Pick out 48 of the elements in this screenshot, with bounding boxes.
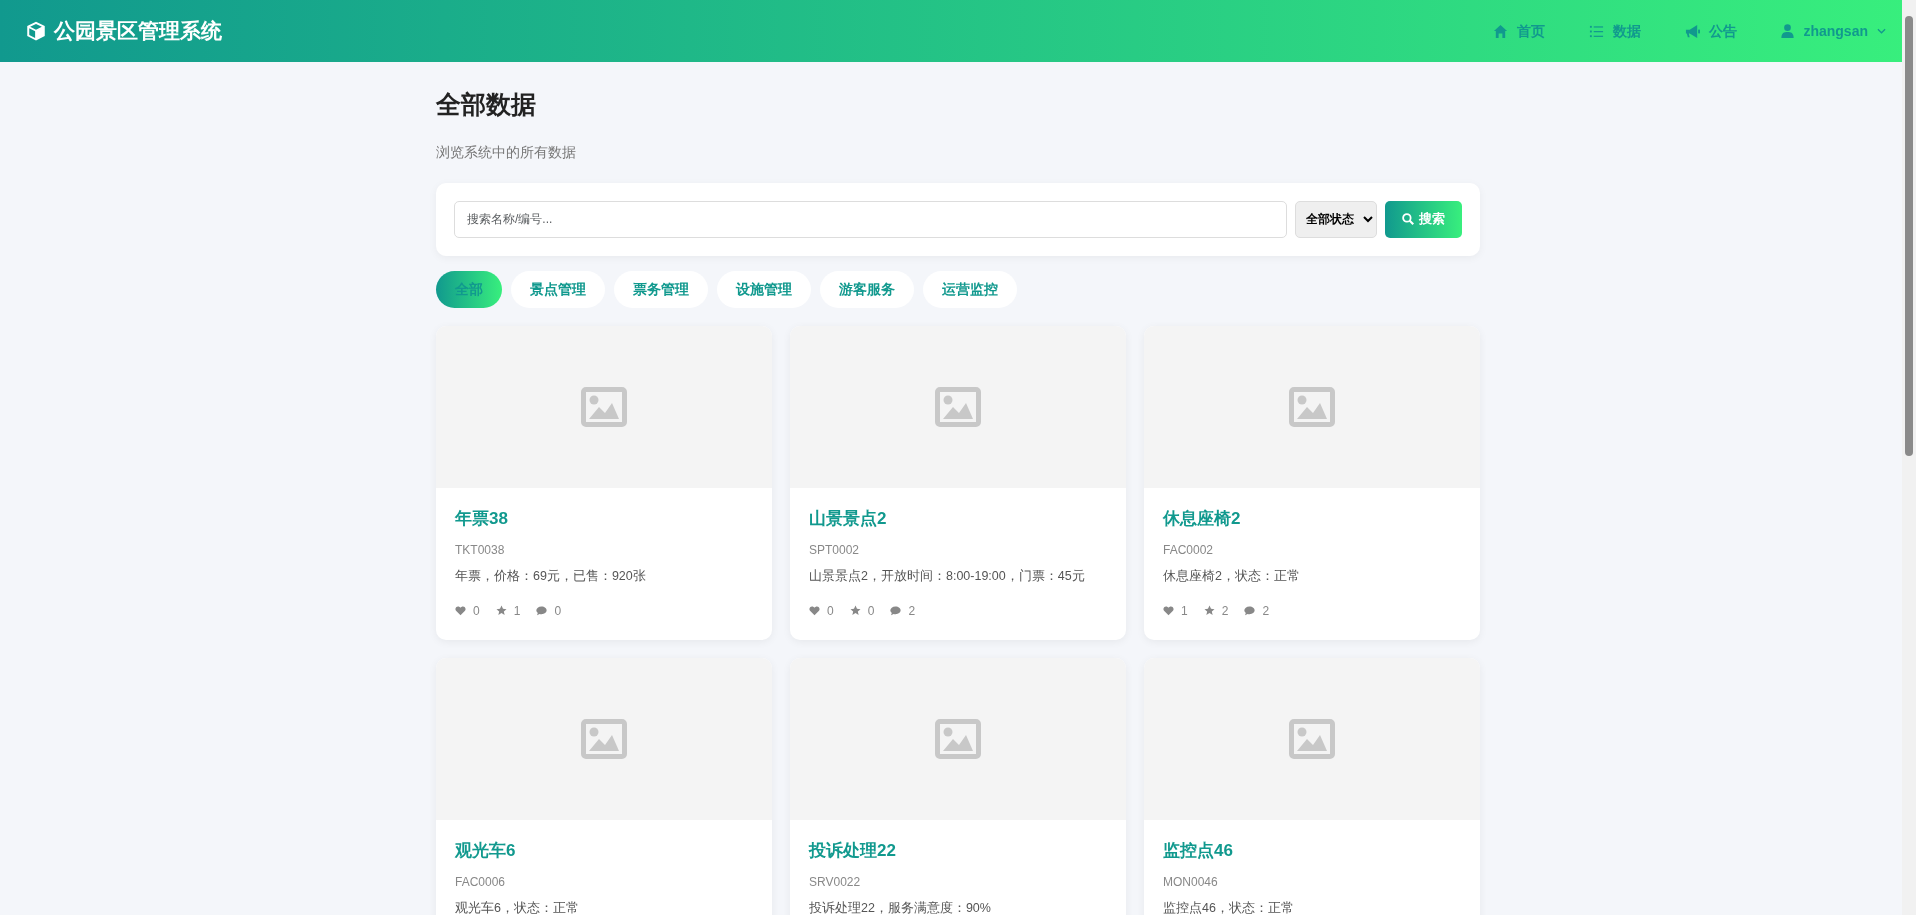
item-code: SRV0022 [809, 874, 862, 892]
item-card[interactable]: 投诉处理22 SRV0022 投诉处理22，服务满意度：90% [790, 657, 1126, 915]
category-tab[interactable]: 设施管理 [717, 270, 811, 308]
search-button[interactable]: 搜索 [1385, 200, 1462, 238]
item-code: MON0046 [1163, 874, 1219, 892]
card-description: 投诉处理22，服务满意度：90% [809, 900, 992, 915]
item-card[interactable]: 休息座椅2 FAC0002 休息座椅2，状态：正常 1 2 2 [1144, 325, 1480, 640]
comment-count: 2 [1262, 602, 1270, 620]
category-tab[interactable]: 运营监控 [923, 270, 1017, 308]
star-count: 2 [1221, 602, 1229, 620]
status-select[interactable]: 全部状态 [1295, 200, 1377, 238]
card-description: 休息座椅2，状态：正常 [1163, 568, 1301, 585]
category-tab[interactable]: 景点管理 [511, 270, 605, 308]
card-description: 年票，价格：69元，已售：920张 [455, 568, 647, 585]
item-card[interactable]: 监控点46 MON0046 监控点46，状态：正常 [1144, 657, 1480, 915]
card-title: 观光车6 [455, 839, 517, 862]
category-tab[interactable]: 游客服务 [820, 270, 914, 308]
like-count: 0 [473, 602, 480, 620]
item-code: SPT0002 [809, 542, 861, 559]
card-title: 监控点46 [1163, 839, 1234, 862]
item-code: TKT0038 [455, 542, 506, 559]
nav-link[interactable]: 数据 [1589, 20, 1642, 42]
like-count: 1 [1181, 602, 1188, 620]
card-title: 休息座椅2 [1163, 507, 1242, 530]
nav-link[interactable]: 首页 [1493, 20, 1546, 42]
page-subtitle: 浏览系统中的所有数据 [436, 142, 577, 162]
card-title: 山景景点2 [809, 507, 888, 530]
card-title: 投诉处理22 [809, 839, 897, 862]
category-tab[interactable]: 票务管理 [614, 270, 708, 308]
star-count: 1 [513, 602, 521, 620]
user-menu[interactable]: zhangsan [1781, 20, 1886, 42]
item-code: FAC0006 [455, 874, 507, 892]
star-count: 0 [867, 602, 875, 620]
comment-count: 2 [908, 602, 916, 620]
item-card[interactable]: 山景景点2 SPT0002 山景景点2，开放时间：8:00-19:00，门票：45元 0 0 2 [790, 325, 1126, 640]
item-card[interactable]: 年票38 TKT0038 年票，价格：69元，已售：920张 0 1 0 [436, 325, 772, 640]
search-field[interactable]: 搜索名称/编号... [454, 200, 1287, 238]
card-description: 监控点46，状态：正常 [1163, 900, 1295, 915]
item-card[interactable]: 观光车6 FAC0006 观光车6，状态：正常 [436, 657, 772, 915]
like-count: 0 [827, 602, 834, 620]
nav-link[interactable]: 公告 [1685, 20, 1738, 42]
comment-count: 0 [554, 602, 562, 620]
brand-title: 公园景区管理系统 [54, 18, 222, 45]
card-description: 观光车6，状态：正常 [455, 900, 580, 915]
item-code: FAC0002 [1163, 542, 1215, 559]
card-description: 山景景点2，开放时间：8:00-19:00，门票：45元 [809, 568, 1086, 585]
card-title: 年票38 [455, 507, 509, 530]
page-title: 全部数据 [436, 89, 537, 120]
